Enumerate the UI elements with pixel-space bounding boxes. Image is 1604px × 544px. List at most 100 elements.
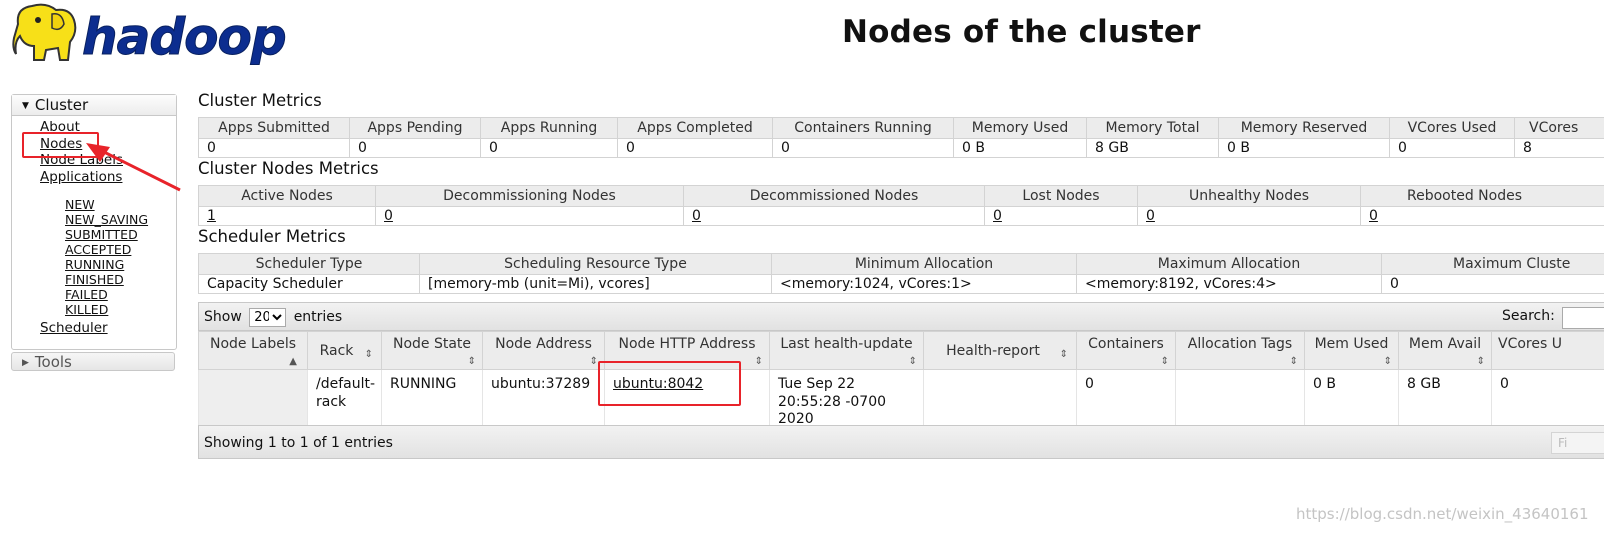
table-info: Showing 1 to 1 of 1 entries: [204, 435, 393, 451]
metric-value: <memory:8192, vCores:4>: [1076, 274, 1382, 294]
first-page-button[interactable]: Fi: [1551, 432, 1604, 454]
metric-value: 0: [480, 138, 618, 158]
metric-value: 8 GB: [1086, 138, 1219, 158]
cell-allocation-tags: [1175, 369, 1305, 429]
search-input[interactable]: [1562, 307, 1604, 329]
metric-header: Active Nodes: [198, 185, 376, 207]
sort-icon: ⇕: [1476, 356, 1485, 367]
cell-containers: 0: [1076, 369, 1176, 429]
metric-header: Unhealthy Nodes: [1137, 185, 1361, 207]
hadoop-logo: hadoop: [12, 3, 287, 67]
scheduler-metrics-title: Scheduler Metrics: [198, 227, 346, 246]
rebooted-nodes-value: 0: [1360, 206, 1604, 226]
nodes-metrics-title: Cluster Nodes Metrics: [198, 159, 379, 178]
metric-header: Minimum Allocation: [771, 253, 1077, 275]
tools-panel-title: Tools: [34, 353, 72, 371]
column-header-node-state[interactable]: Node State ⇕: [381, 331, 483, 370]
app-state-submitted-link[interactable]: SUBMITTED: [65, 227, 148, 242]
column-header-last-health-update[interactable]: Last health-update ⇕: [769, 331, 924, 370]
sort-icon: ⇕: [1059, 349, 1068, 360]
nodes-table-toolbar: Show 20 entries Search:: [198, 302, 1604, 331]
cluster-panel-title: Cluster: [34, 96, 89, 114]
column-header-rack[interactable]: Rack ⇕: [307, 331, 382, 370]
app-state-running-link[interactable]: RUNNING: [65, 257, 148, 272]
decommissioned-nodes-value: 0: [683, 206, 985, 226]
metric-value: [memory-mb (unit=Mi), vcores]: [419, 274, 772, 294]
decommissioned-nodes-link[interactable]: 0: [692, 208, 701, 224]
metric-value: 0 B: [1218, 138, 1390, 158]
triangle-down-icon: ▼: [22, 101, 29, 111]
metric-header: VCores Used: [1389, 117, 1515, 139]
sort-icon: ⇕: [1160, 356, 1169, 367]
cluster-panel-header[interactable]: ▼ Cluster: [12, 95, 176, 116]
cell-rack: /default-rack: [307, 369, 382, 429]
metric-header: Containers Running: [772, 117, 954, 139]
app-state-failed-link[interactable]: FAILED: [65, 287, 148, 302]
cell-mem-used: 0 B: [1304, 369, 1399, 429]
lost-nodes-value: 0: [984, 206, 1138, 226]
column-header-health-report[interactable]: Health-report ⇕: [923, 331, 1077, 370]
watermark: https://blog.csdn.net/weixin_43640161: [1296, 505, 1589, 523]
metric-header: Scheduling Resource Type: [419, 253, 772, 275]
svg-text:hadoop: hadoop: [82, 8, 286, 66]
column-header-mem-used[interactable]: Mem Used ⇕: [1304, 331, 1399, 370]
cell-health-report: [923, 369, 1077, 429]
search-label: Search:: [1502, 308, 1555, 324]
sort-icon: ⇕: [1383, 356, 1392, 367]
column-header-mem-avail[interactable]: Mem Avail ⇕: [1398, 331, 1492, 370]
metric-header: Apps Pending: [349, 117, 481, 139]
tools-panel-header[interactable]: ▶ Tools: [11, 352, 175, 371]
app-state-accepted-link[interactable]: ACCEPTED: [65, 242, 148, 257]
unhealthy-nodes-link[interactable]: 0: [1146, 208, 1155, 224]
entries-label: entries: [293, 309, 343, 325]
triangle-right-icon: ▶: [22, 358, 29, 368]
table-row: /default-rack RUNNING ubuntu:37289 ubunt…: [198, 369, 1604, 429]
active-nodes-value: 1: [198, 206, 376, 226]
metric-header: Apps Completed: [617, 117, 773, 139]
cluster-metrics-table: Apps Submitted Apps Pending Apps Running…: [198, 117, 1604, 158]
column-header-vcores-used[interactable]: VCores U: [1491, 331, 1604, 370]
metric-value: 0: [1389, 138, 1515, 158]
app-state-finished-link[interactable]: FINISHED: [65, 272, 148, 287]
metric-header: Rebooted Nodes: [1360, 185, 1604, 207]
metric-header: Memory Total: [1086, 117, 1219, 139]
metric-value: 0: [772, 138, 954, 158]
show-label: Show: [204, 309, 242, 325]
metric-header: Lost Nodes: [984, 185, 1138, 207]
app-state-killed-link[interactable]: KILLED: [65, 302, 148, 317]
cell-last-health-update: Tue Sep 22 20:55:28 -0700 2020: [769, 369, 924, 429]
metric-header: Scheduler Type: [198, 253, 420, 275]
sort-icon: ⇕: [754, 356, 763, 367]
sort-icon: ⇕: [589, 356, 598, 367]
sort-icon: ⇕: [364, 349, 373, 360]
decommissioning-nodes-link[interactable]: 0: [384, 208, 393, 224]
nodes-table: Node Labels ▲ Rack ⇕ Node State ⇕ Node Addr…: [198, 331, 1604, 429]
metric-header: Decommissioned Nodes: [683, 185, 985, 207]
metric-value: <memory:1024, vCores:1>: [771, 274, 1077, 294]
metric-header: Memory Used: [953, 117, 1087, 139]
column-header-node-labels[interactable]: Node Labels ▲: [198, 331, 308, 370]
metric-value: 0 B: [953, 138, 1087, 158]
lost-nodes-link[interactable]: 0: [993, 208, 1002, 224]
active-nodes-link[interactable]: 1: [207, 208, 216, 224]
rebooted-nodes-link[interactable]: 0: [1369, 208, 1378, 224]
app-state-new-link[interactable]: NEW: [65, 197, 148, 212]
http-address-highlight: [598, 361, 741, 406]
metric-value: Capacity Scheduler: [198, 274, 420, 294]
column-header-allocation-tags[interactable]: Allocation Tags ⇕: [1175, 331, 1305, 370]
page-size-select[interactable]: 20: [249, 308, 287, 327]
unhealthy-nodes-value: 0: [1137, 206, 1361, 226]
column-header-containers[interactable]: Containers ⇕: [1076, 331, 1176, 370]
metric-value: 0: [349, 138, 481, 158]
nodes-metrics-table: Active Nodes Decommissioning Nodes Decom…: [198, 185, 1604, 226]
annotation-arrow-icon: [86, 143, 181, 192]
cell-node-labels: [198, 369, 308, 429]
metric-header: Memory Reserved: [1218, 117, 1390, 139]
sort-icon: ⇕: [1289, 356, 1298, 367]
elephant-icon: [12, 3, 77, 61]
cell-node-state: RUNNING: [381, 369, 483, 429]
app-state-new-saving-link[interactable]: NEW_SAVING: [65, 212, 148, 227]
nav-scheduler-link[interactable]: Scheduler: [40, 320, 108, 336]
metric-header: Decommissioning Nodes: [375, 185, 684, 207]
column-header-node-address[interactable]: Node Address ⇕: [482, 331, 605, 370]
